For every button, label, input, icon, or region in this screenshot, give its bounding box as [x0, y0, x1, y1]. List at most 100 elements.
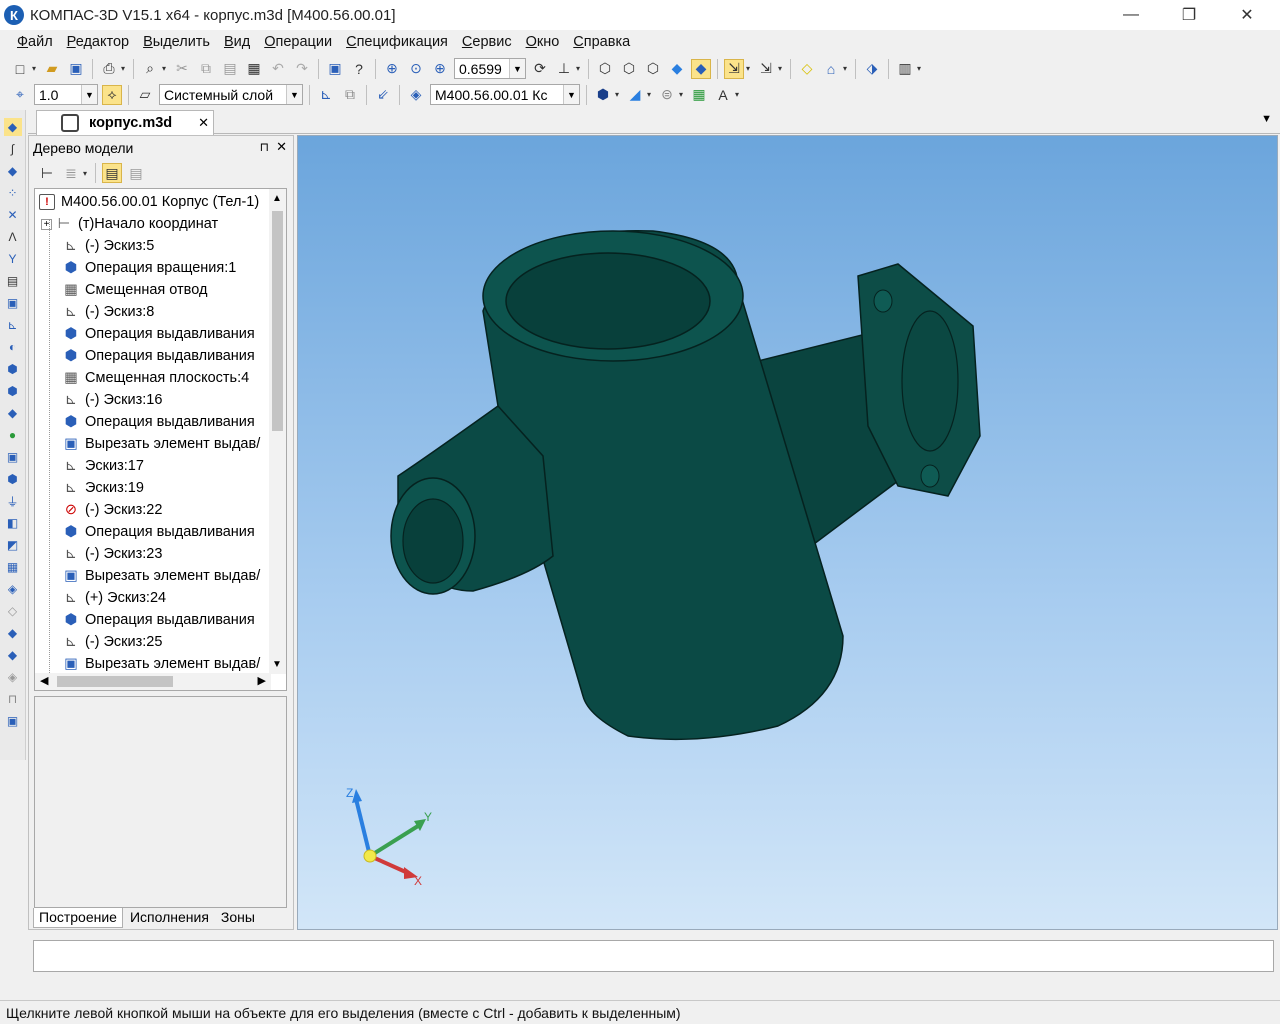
sheet-metal-icon[interactable]: ▤ [4, 272, 22, 290]
surface-dropdown-icon[interactable]: ▾ [647, 90, 655, 99]
undo-icon[interactable]: ↶ [268, 59, 288, 79]
tab-zones[interactable]: Зоны [216, 908, 260, 928]
redo-icon[interactable]: ↷ [292, 59, 312, 79]
draft-icon[interactable]: ◇ [4, 602, 22, 620]
scroll-thumb[interactable] [272, 211, 283, 431]
filter-dropdown-icon[interactable]: ▾ [746, 64, 754, 73]
tree-item[interactable]: ▣ Вырезать элемент выдав/ [63, 653, 260, 675]
revolve-icon[interactable]: ⬢ [4, 360, 22, 378]
hidden-thin-icon[interactable]: ⬡ [643, 59, 663, 79]
designation-icon[interactable]: ◈ [406, 85, 426, 105]
library-icon[interactable]: ◇ [797, 59, 817, 79]
cut-icon[interactable]: ✂ [172, 59, 192, 79]
tree-item[interactable]: ⊾ (-) Эскиз:23 [63, 543, 163, 565]
chevron-down-icon[interactable]: ▼ [286, 85, 302, 104]
snap-icon[interactable]: ⟡ [102, 84, 122, 105]
print-dropdown-icon[interactable]: ▾ [121, 64, 129, 73]
close-panel-icon[interactable]: ✕ [276, 139, 287, 155]
tree-item[interactable]: ▣ Вырезать элемент выдав/ [63, 433, 260, 455]
scroll-down-icon[interactable]: ▼ [272, 659, 282, 670]
tree-item[interactable]: ⊾ (-) Эскиз:5 [63, 235, 154, 257]
dimensions-icon[interactable]: Λ [4, 228, 22, 246]
filter-edges-icon[interactable]: Y [4, 250, 22, 268]
tree-item[interactable]: ⬢ Операция выдавливания [63, 521, 255, 543]
orientation-dropdown-icon[interactable]: ▾ [576, 64, 584, 73]
orient-normal-icon[interactable]: ⇙ [373, 85, 393, 105]
halftone-icon[interactable]: ◆ [667, 59, 687, 79]
chevron-down-icon[interactable]: ▼ [81, 85, 97, 104]
menu-operations[interactable]: Операции [257, 34, 339, 50]
new-file-icon[interactable]: □ [10, 59, 30, 79]
model-viewport[interactable]: Z Y X [297, 135, 1278, 930]
zoom-in-icon[interactable]: ⊕ [430, 59, 450, 79]
text-icon[interactable]: A [713, 85, 733, 105]
editing-icon[interactable]: ◆ [3, 118, 22, 136]
document-tab[interactable]: корпус.m3d ✕ [36, 110, 214, 135]
save-icon[interactable]: ▣ [66, 59, 86, 79]
pin-icon[interactable]: ⊓ [260, 140, 269, 154]
tree-item[interactable]: ⊾ (-) Эскиз:16 [63, 389, 163, 411]
layer-combo[interactable]: Системный слой ▼ [159, 84, 303, 105]
tree-vertical-scrollbar[interactable]: ▲ ▼ [269, 189, 286, 674]
text-dropdown-icon[interactable]: ▾ [735, 90, 743, 99]
tree-item[interactable]: + ⊢ (т)Начало координат [41, 213, 218, 235]
array-icon[interactable]: ⁘ [4, 184, 22, 202]
chamfer-icon[interactable]: ◩ [4, 536, 22, 554]
mirror-icon[interactable]: ◆ [4, 646, 22, 664]
scroll-right-icon[interactable]: ▶ [258, 674, 266, 687]
preview-icon[interactable]: ⌕ [140, 59, 160, 79]
manager-icon[interactable]: ▣ [325, 59, 345, 79]
tree-root[interactable]: ! М400.56.00.01 Корпус (Тел-1) [39, 191, 259, 213]
pattern-icon[interactable]: ◈ [4, 668, 22, 686]
zoom-window-icon[interactable]: ⊕ [382, 59, 402, 79]
tree-structure-icon[interactable]: ⊢ [37, 163, 57, 183]
auxiliary-geometry-icon[interactable]: ✕ [4, 206, 22, 224]
filter-icon[interactable]: ⇲ [724, 58, 744, 79]
menu-specification[interactable]: Спецификация [339, 34, 455, 50]
orientation-icon[interactable]: ⊥ [554, 59, 574, 79]
tree-item[interactable]: ▣ Вырезать элемент выдав/ [63, 565, 260, 587]
measure-dropdown-icon[interactable]: ▾ [917, 64, 925, 73]
step-cursor-icon[interactable]: ⌖ [10, 85, 30, 105]
surface-icon[interactable]: ◢ [625, 85, 645, 105]
tab-versions[interactable]: Исполнения [125, 908, 214, 928]
fillet-icon[interactable]: ◧ [4, 514, 22, 532]
step-combo[interactable]: 1.0 ▼ [34, 84, 98, 105]
tree-item[interactable]: ⬢ Операция выдавливания [63, 345, 255, 367]
tree-item[interactable]: ⊾ (-) Эскиз:8 [63, 301, 154, 323]
cut-extrude-icon[interactable]: ▣ [4, 448, 22, 466]
rib-icon[interactable]: ◈ [4, 580, 22, 598]
close-tab-icon[interactable]: ✕ [198, 115, 209, 131]
zoom-fit-icon[interactable]: ⊙ [406, 59, 426, 79]
variables-icon[interactable]: ⌂ [821, 59, 841, 79]
menu-select[interactable]: Выделить [136, 34, 217, 50]
diagnostics-icon[interactable]: ⊾ [4, 316, 22, 334]
variables-dropdown-icon[interactable]: ▾ [843, 64, 851, 73]
local-cs-icon[interactable]: ⧉ [340, 85, 360, 105]
chevron-down-icon[interactable]: ▼ [509, 59, 525, 78]
new-dropdown-icon[interactable]: ▾ [32, 64, 40, 73]
close-window-button[interactable]: ✕ [1224, 0, 1270, 30]
selection-icon[interactable]: ⇲ [756, 59, 776, 79]
lock-icon[interactable]: ⊓ [4, 690, 22, 708]
split-icon[interactable]: ◆ [4, 624, 22, 642]
tab-construction[interactable]: Построение [33, 908, 123, 928]
cut-revolve-icon[interactable]: ⬢ [4, 470, 22, 488]
tree-item[interactable]: ⊘ (-) Эскиз:22 [63, 499, 163, 521]
scroll-thumb[interactable] [57, 676, 173, 687]
menu-window[interactable]: Окно [519, 34, 567, 50]
spline-icon[interactable]: ∫ [4, 140, 22, 158]
tree-view-dropdown-icon[interactable]: ▾ [83, 169, 91, 178]
tree-item[interactable]: ⊾ Эскиз:19 [63, 477, 144, 499]
coordinate-system-icon[interactable]: ⊾ [316, 85, 336, 105]
zoom-level-combo[interactable]: 0.6599 ▼ [454, 58, 526, 79]
part-color-dropdown-icon[interactable]: ▾ [615, 90, 623, 99]
copy-icon[interactable]: ⧉ [196, 59, 216, 79]
section-icon[interactable]: ⊜ [657, 85, 677, 105]
layer-icon[interactable]: ▱ [135, 85, 155, 105]
tree-item[interactable]: ▦ Смещенная плоскость:4 [63, 367, 249, 389]
tree-item[interactable]: ⊾ (+) Эскиз:24 [63, 587, 166, 609]
minimize-button[interactable]: — [1108, 0, 1154, 30]
tree-item[interactable]: ▦ Смещенная отвод [63, 279, 207, 301]
context-help-icon[interactable]: ? [349, 59, 369, 79]
